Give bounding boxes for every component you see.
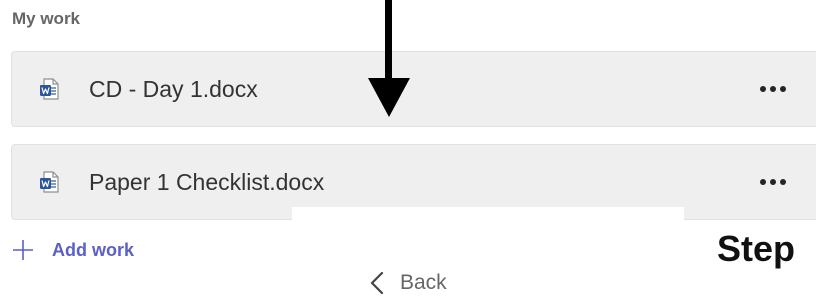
more-options-icon[interactable] bbox=[750, 167, 796, 197]
file-name[interactable]: CD - Day 1.docx bbox=[89, 76, 258, 103]
more-dot bbox=[780, 179, 786, 185]
file-row-cd-day-1[interactable]: CD - Day 1.docx bbox=[11, 51, 816, 127]
add-work-button[interactable]: Add work bbox=[12, 232, 134, 268]
more-options-icon[interactable] bbox=[750, 74, 796, 104]
assignment-page: My work CD - Day 1.docx Paper 1 Checklis… bbox=[0, 0, 816, 298]
add-work-label[interactable]: Add work bbox=[52, 240, 134, 261]
plus-icon bbox=[13, 240, 33, 260]
more-dot bbox=[780, 86, 786, 92]
more-dot bbox=[770, 86, 776, 92]
file-name[interactable]: Paper 1 Checklist.docx bbox=[89, 169, 324, 196]
word-file-icon bbox=[40, 78, 59, 100]
step-annotation: Step bbox=[717, 228, 796, 269]
more-dot bbox=[770, 179, 776, 185]
more-dot bbox=[760, 86, 766, 92]
word-file-icon bbox=[40, 171, 59, 193]
crop-overlay bbox=[292, 207, 684, 298]
back-label[interactable]: Back bbox=[400, 271, 447, 295]
more-dot bbox=[760, 179, 766, 185]
down-arrow-icon bbox=[368, 0, 410, 117]
chevron-left-icon bbox=[370, 271, 384, 295]
my-work-heading: My work bbox=[12, 9, 81, 28]
back-button[interactable]: Back bbox=[370, 268, 447, 298]
